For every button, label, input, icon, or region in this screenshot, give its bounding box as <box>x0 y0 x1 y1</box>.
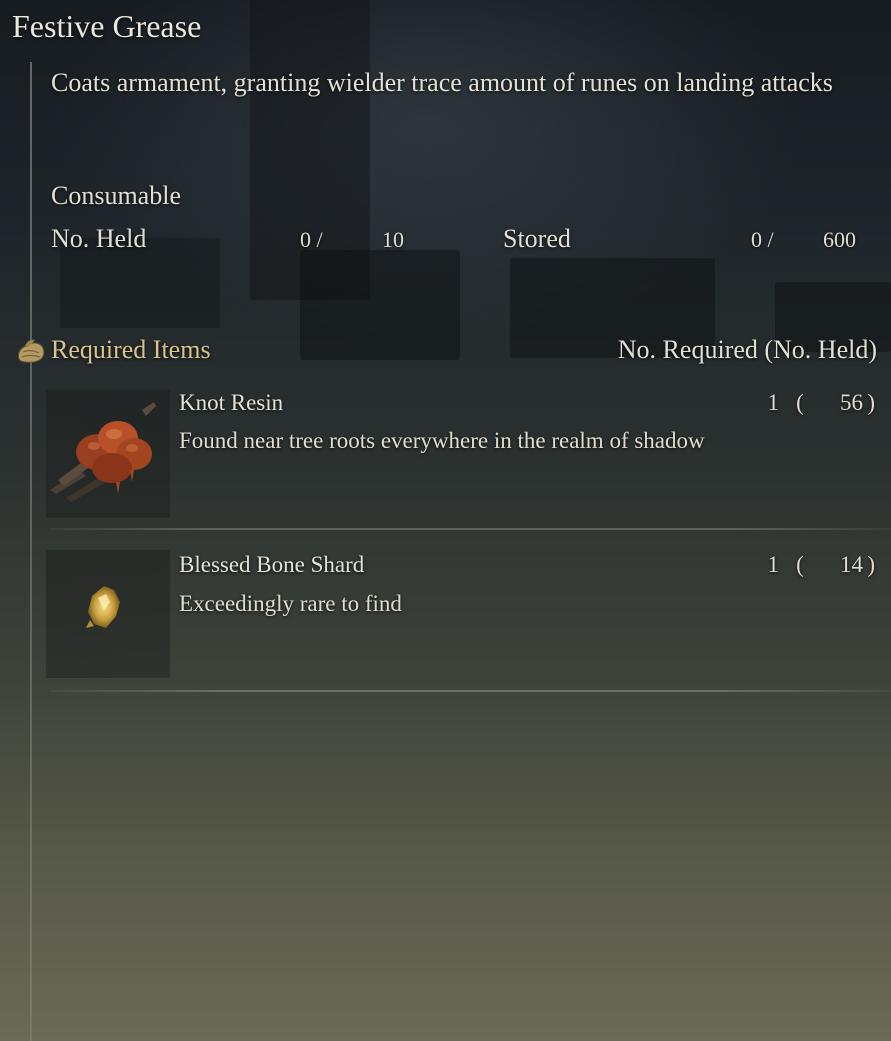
item-divider <box>50 528 891 530</box>
open-paren: ( <box>796 390 804 415</box>
knot-resin-icon <box>50 402 156 502</box>
held-max: 10 <box>382 227 404 252</box>
close-paren: ) <box>867 390 875 415</box>
knot-resin-thumbnail <box>46 390 170 518</box>
blessed-bone-shard-icon <box>86 586 120 628</box>
item-name: Blessed Bone Shard <box>179 552 365 577</box>
item-description: Coats armament, granting wielder trace a… <box>51 68 833 97</box>
panel-left-rule <box>30 62 32 1041</box>
open-paren: ( <box>796 552 804 577</box>
item-category: Consumable <box>51 181 181 210</box>
stored-current: 0 / <box>751 227 774 252</box>
held-label: No. Held <box>51 224 147 253</box>
item-description: Found near tree roots everywhere in the … <box>179 428 705 453</box>
item-description: Exceedingly rare to find <box>179 591 402 616</box>
held-count: 14 <box>840 552 863 577</box>
held-current: 0 / <box>300 227 323 252</box>
required-count: 1 <box>767 552 780 577</box>
item-quantity: 1 (14) <box>759 552 876 578</box>
required-count-header: No. Required (No. Held) <box>617 335 877 364</box>
sack-icon <box>18 339 45 363</box>
stored-label: Stored <box>503 224 571 253</box>
item-divider <box>50 690 891 692</box>
required-count: 1 <box>767 390 780 415</box>
background-ruin <box>300 250 460 360</box>
item-name: Knot Resin <box>179 390 284 415</box>
item-title: Festive Grease <box>12 8 202 44</box>
required-items-label: Required Items <box>51 335 211 364</box>
held-count: 56 <box>840 390 863 415</box>
item-quantity: 1 (56) <box>759 390 876 416</box>
close-paren: ) <box>867 552 875 577</box>
stored-max: 600 <box>823 227 856 252</box>
blessed-bone-shard-thumbnail <box>46 550 170 678</box>
